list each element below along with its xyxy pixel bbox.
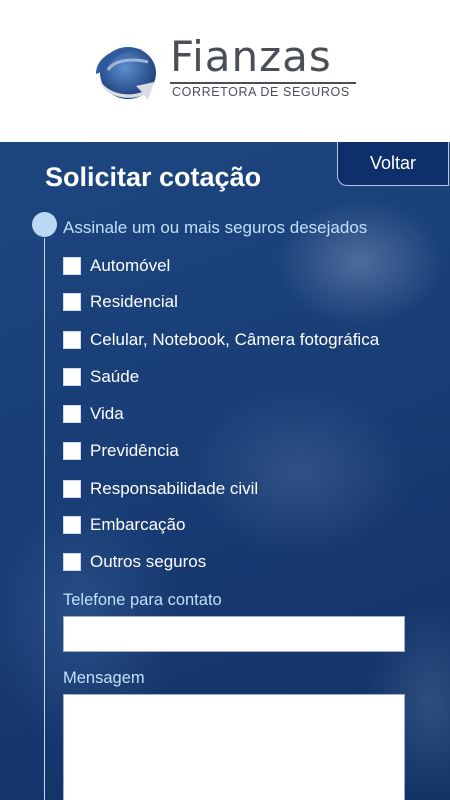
message-textarea[interactable] [63, 694, 405, 800]
phone-input[interactable] [63, 616, 405, 652]
option-automovel[interactable]: Automóvel [63, 254, 170, 278]
globe-arrow-logo-icon [96, 47, 156, 100]
option-label: Residencial [90, 292, 178, 311]
checkbox[interactable] [63, 516, 81, 534]
option-label: Celular, Notebook, Câmera fotográfica [90, 330, 380, 349]
checkbox[interactable] [63, 553, 81, 571]
back-button[interactable]: Voltar [337, 142, 449, 186]
option-label: Saúde [90, 367, 140, 386]
checkbox[interactable] [63, 293, 81, 311]
checkbox[interactable] [63, 480, 81, 498]
checkbox[interactable] [63, 368, 81, 386]
option-label: Responsabilidade civil [90, 479, 259, 498]
checkbox[interactable] [63, 442, 81, 460]
timeline-dot [32, 212, 57, 237]
option-outros-seguros[interactable]: Outros seguros [63, 550, 206, 574]
option-saude[interactable]: Saúde [63, 365, 139, 389]
quote-form-panel: Voltar Solicitar cotação Assinale um ou … [0, 142, 450, 800]
checkbox[interactable] [63, 331, 81, 349]
checkbox[interactable] [63, 257, 81, 275]
option-label: Previdência [90, 441, 179, 460]
instruction-text: Assinale um ou mais seguros desejados [63, 218, 368, 237]
option-label: Automóvel [90, 256, 171, 275]
brand-underline [170, 82, 356, 84]
option-label: Vida [90, 404, 124, 423]
option-embarcacao[interactable]: Embarcação [63, 513, 185, 537]
option-celular[interactable]: Celular, Notebook, Câmera fotográfica [63, 328, 379, 352]
option-vida[interactable]: Vida [63, 402, 124, 426]
option-label: Embarcação [90, 515, 186, 534]
brand-name: Fianzas [170, 32, 332, 81]
phone-label: Telefone para contato [63, 591, 222, 609]
checkbox[interactable] [63, 405, 81, 423]
option-previdencia[interactable]: Previdência [63, 439, 179, 463]
option-label: Outros seguros [90, 552, 207, 571]
page-title: Solicitar cotação [45, 162, 262, 192]
timeline-line [44, 238, 45, 800]
option-residencial[interactable]: Residencial [63, 290, 178, 314]
brand-logo: Fianzas CORRETORA DE SEGUROS [92, 32, 362, 104]
app-header: Fianzas CORRETORA DE SEGUROS [0, 0, 450, 142]
message-label: Mensagem [63, 669, 145, 687]
option-responsabilidade-civil[interactable]: Responsabilidade civil [63, 477, 258, 501]
brand-tagline: CORRETORA DE SEGUROS [172, 85, 350, 99]
